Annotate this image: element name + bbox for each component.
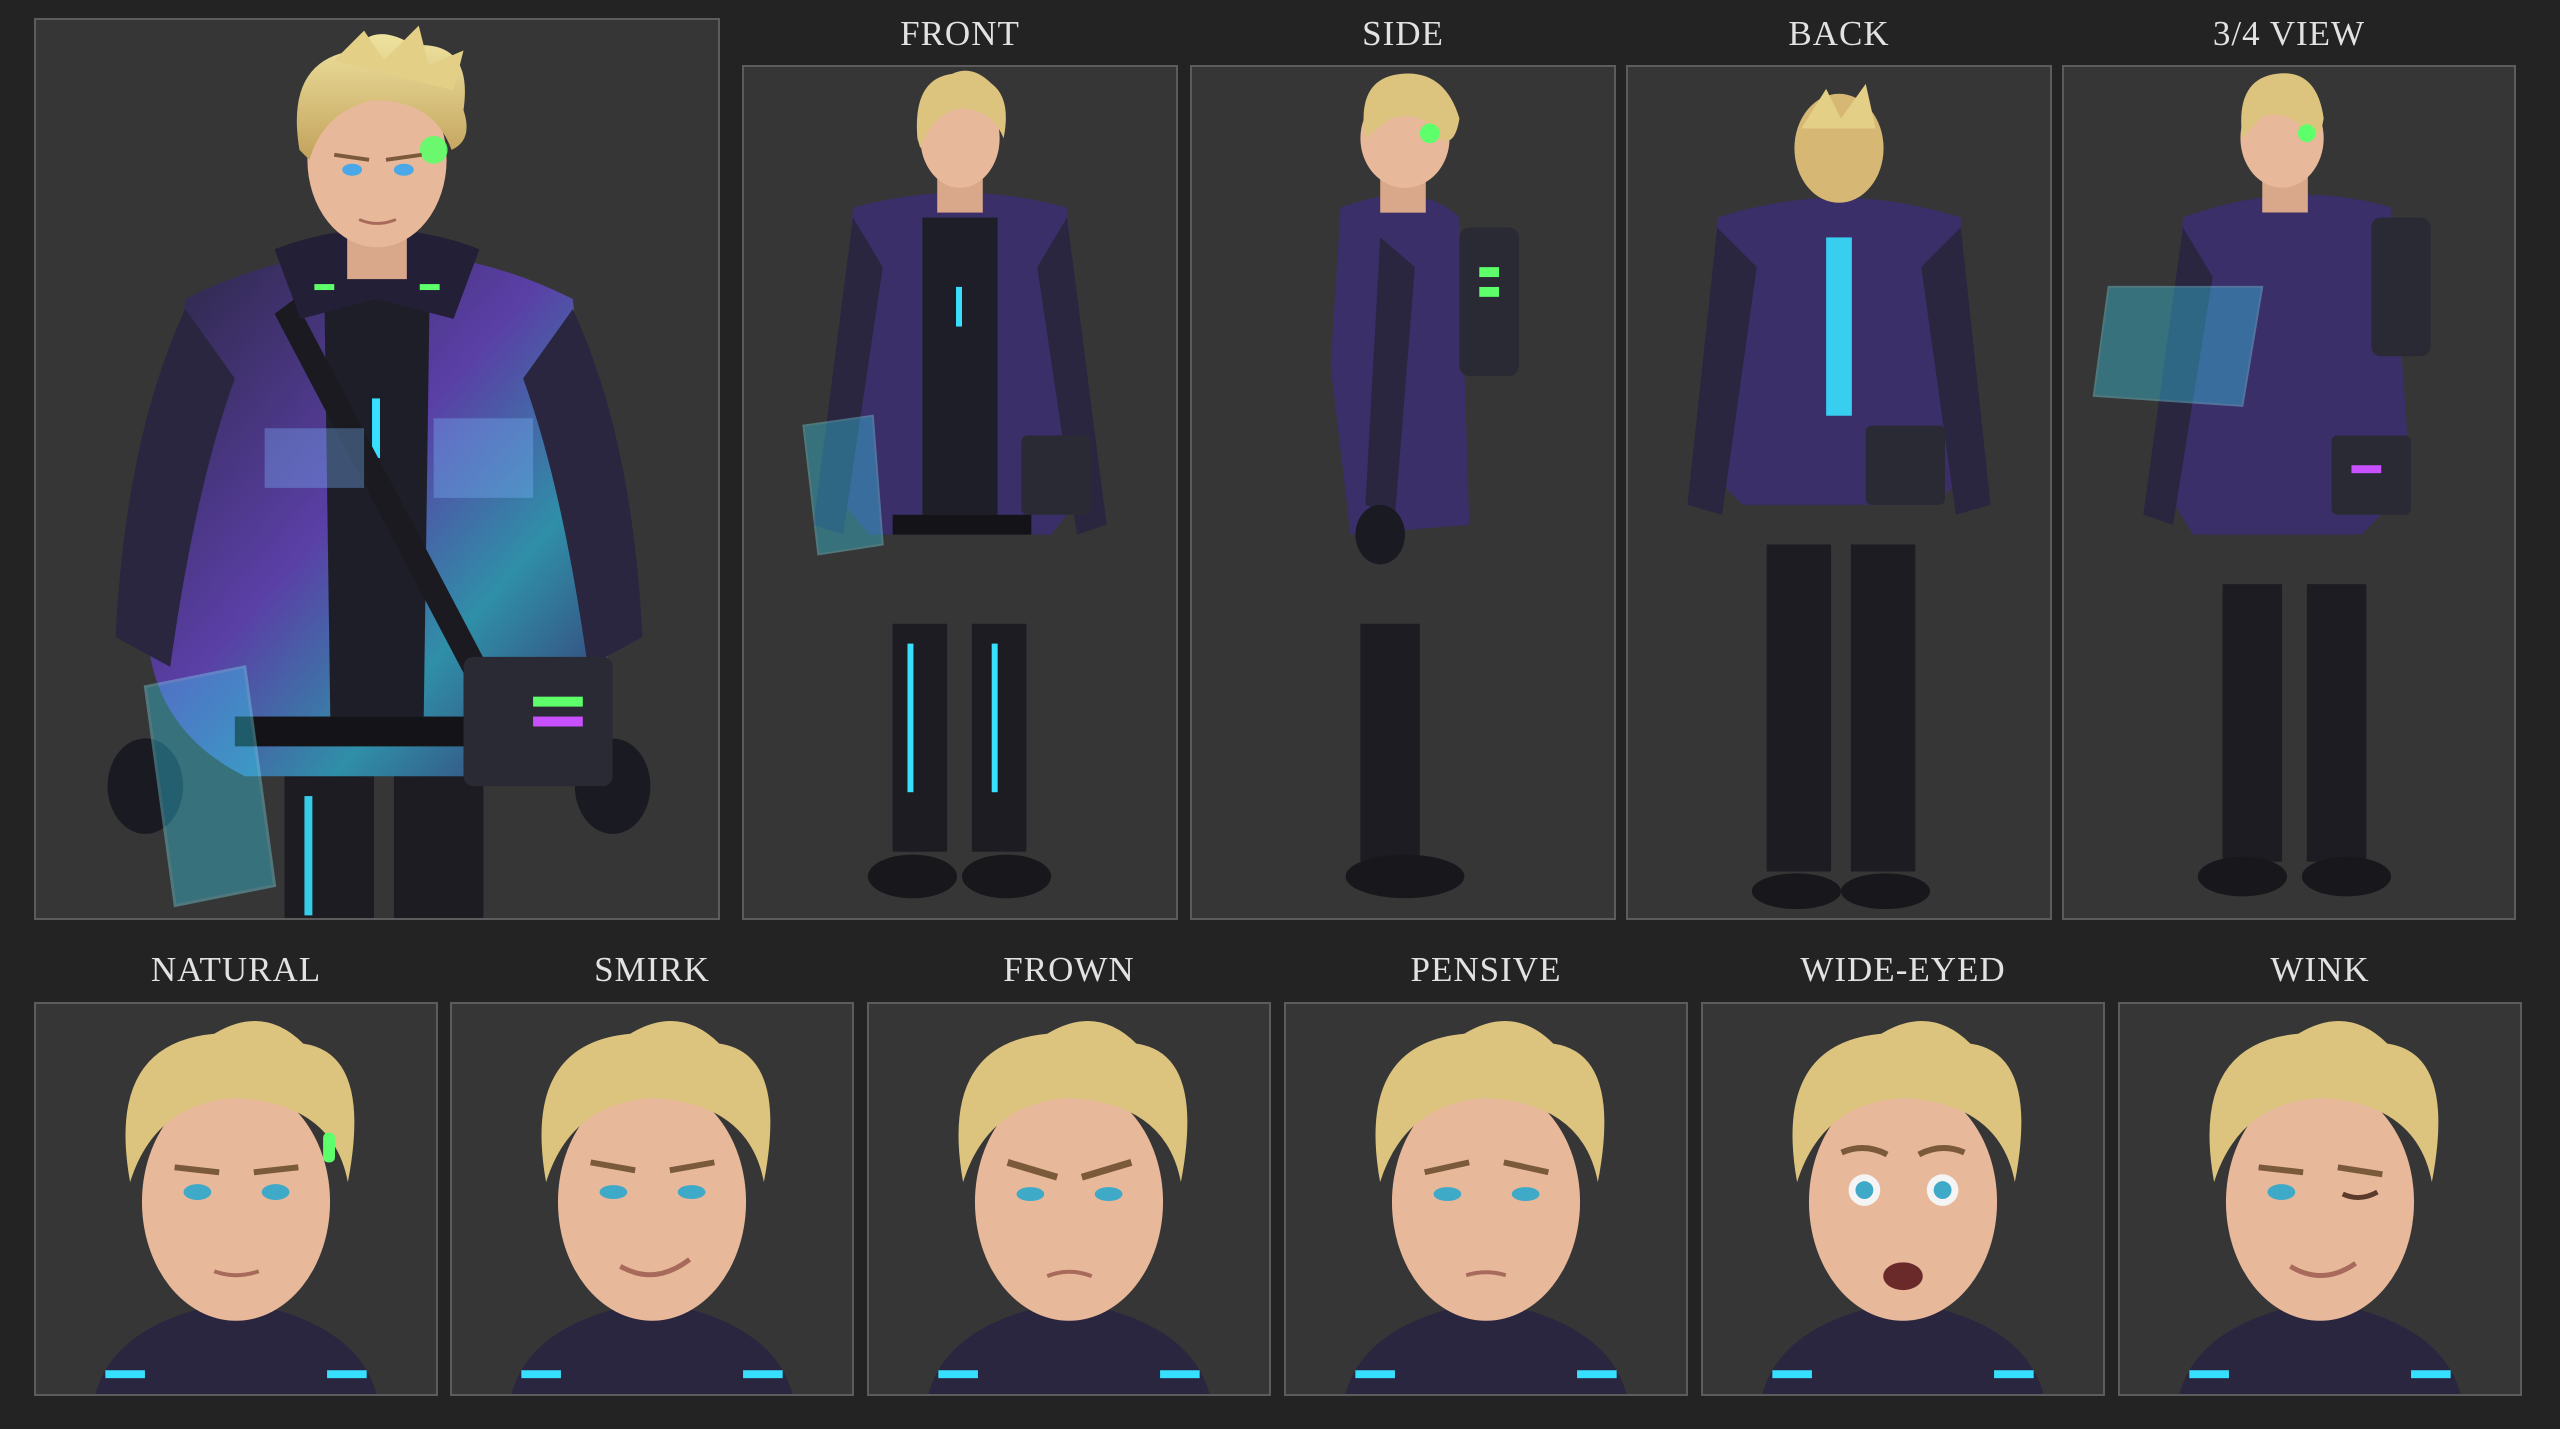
smirk-face <box>511 1020 793 1394</box>
hero-portrait-panel <box>34 18 720 920</box>
expression-panel-wide-eyed <box>1701 1002 2105 1396</box>
view-panel-side <box>1190 65 1616 920</box>
wide-eyed-face <box>1762 1020 2044 1394</box>
side-view-figure <box>1330 73 1519 899</box>
view-label-front: FRONT <box>900 14 1020 53</box>
view-label-side: SIDE <box>1362 14 1444 53</box>
expression-label-pensive: PENSIVE <box>1410 950 1562 989</box>
back-view-figure <box>1687 83 1991 910</box>
three-quarter-view-figure <box>2092 73 2431 897</box>
expression-panel-smirk <box>450 1002 854 1396</box>
expression-label-smirk: SMIRK <box>594 950 710 989</box>
wink-face <box>2179 1020 2461 1394</box>
expression-label-wink: WINK <box>2270 950 2370 989</box>
expression-panel-wink <box>2118 1002 2522 1396</box>
frown-face <box>928 1020 1210 1394</box>
expression-label-natural: NATURAL <box>150 950 322 989</box>
view-label-three-quarter: 3/4 VIEW <box>2212 14 2366 53</box>
view-label-back: BACK <box>1788 14 1890 53</box>
expression-panel-pensive <box>1284 1002 1688 1396</box>
expression-panel-frown <box>867 1002 1271 1396</box>
pensive-face <box>1345 1020 1627 1394</box>
expression-label-frown: FROWN <box>1003 950 1135 989</box>
view-panel-back <box>1626 65 2052 920</box>
view-panel-three-quarter <box>2062 65 2516 920</box>
expression-label-wide-eyed: WIDE-EYED <box>1800 950 2006 989</box>
hero-character-illustration <box>107 25 651 918</box>
front-view-figure <box>802 70 1107 899</box>
view-panel-front <box>742 65 1178 920</box>
natural-face <box>95 1020 377 1394</box>
expression-panel-natural <box>34 1002 438 1396</box>
